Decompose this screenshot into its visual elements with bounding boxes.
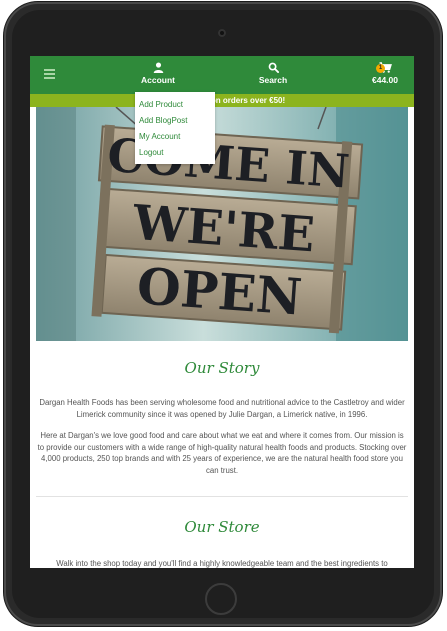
- top-navbar: Account Search 1 €44.00: [30, 56, 414, 94]
- hero-image: COME IN WE'RE OPEN: [36, 107, 408, 341]
- promo-banner-text: on orders over €50!: [210, 96, 286, 105]
- screen: Account Search 1 €44.00 on orders over €…: [30, 56, 414, 568]
- search-nav-button[interactable]: Search: [251, 62, 295, 85]
- menu-item-add-product[interactable]: Add Product: [135, 97, 215, 113]
- cart-total: €44.00: [372, 75, 398, 85]
- account-nav-button[interactable]: Account: [136, 62, 180, 85]
- our-story-paragraph-1: Dargan Health Foods has been serving who…: [39, 398, 405, 419]
- user-icon: [153, 62, 163, 73]
- menu-item-my-account[interactable]: My Account: [135, 129, 215, 145]
- hamburger-menu-icon[interactable]: [44, 69, 55, 79]
- menu-item-logout[interactable]: Logout: [135, 145, 215, 161]
- our-store-paragraph-1: Walk into the shop today and you'll find…: [56, 559, 388, 568]
- camera-icon: [218, 29, 226, 37]
- cart-nav-button[interactable]: 1 €44.00: [364, 62, 406, 85]
- our-story-paragraph-2: Here at Dargan's we love good food and c…: [37, 431, 407, 475]
- home-button[interactable]: [205, 583, 237, 615]
- promo-banner: on orders over €50!: [30, 94, 414, 107]
- sign-line-3: OPEN: [135, 256, 304, 326]
- account-dropdown-menu: Add Product Add BlogPost My Account Logo…: [135, 92, 215, 164]
- cart-count-badge: 1: [376, 64, 385, 73]
- our-story-heading: Our Story: [184, 359, 260, 377]
- our-store-heading: Our Store: [184, 518, 260, 536]
- section-divider: [36, 496, 408, 497]
- account-label: Account: [141, 75, 175, 85]
- search-label: Search: [258, 75, 288, 85]
- search-icon: [268, 62, 279, 73]
- open-sign-photo: COME INWE'REOPEN: [36, 107, 408, 341]
- menu-item-add-blogpost[interactable]: Add BlogPost: [135, 113, 215, 129]
